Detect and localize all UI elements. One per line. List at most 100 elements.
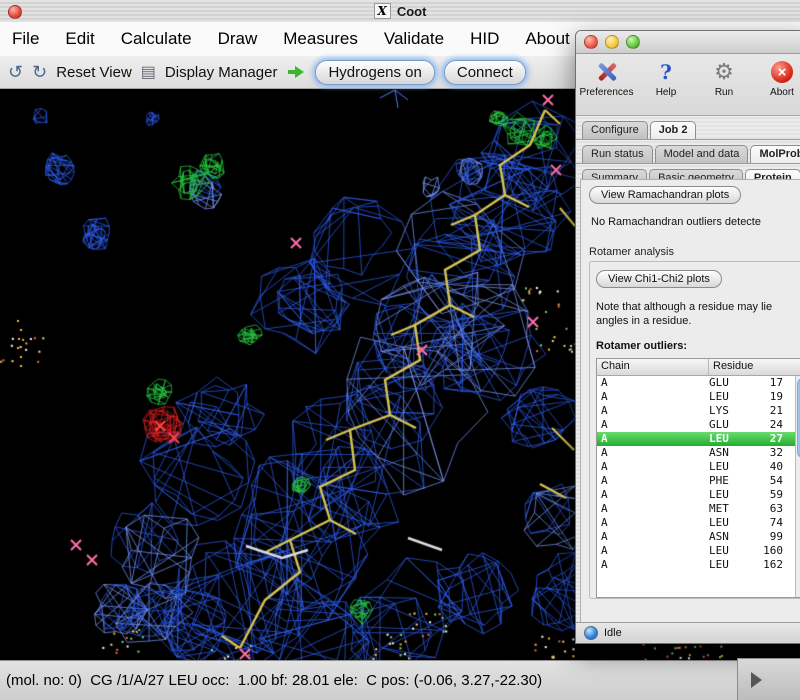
cell-residue-name: LEU: [709, 558, 751, 572]
window-title: Coot: [397, 4, 427, 19]
cell-residue-name: GLU: [709, 376, 751, 390]
cell-residue-name: LEU: [709, 432, 751, 446]
cell-residue-name: LEU: [709, 516, 751, 530]
cell-chain: A: [597, 516, 709, 530]
table-row[interactable]: ALYS21: [597, 404, 800, 418]
column-header-chain[interactable]: Chain: [597, 359, 709, 376]
cell-residue-number: 17: [751, 376, 783, 390]
ramachandran-message: No Ramachandran outliers detecte: [591, 216, 800, 228]
rotamer-outliers-label: Rotamer outliers:: [596, 340, 800, 352]
tab-model-and-data[interactable]: Model and data: [655, 145, 749, 163]
view-chi-plots-button[interactable]: View Chi1-Chi2 plots: [596, 270, 722, 288]
cell-residue-number: 21: [751, 404, 783, 418]
window-titlebar[interactable]: X Coot: [0, 0, 800, 23]
tab-configure[interactable]: Configure: [582, 121, 648, 139]
dialog-status-bar: Idle: [576, 622, 800, 643]
tab-molprobit[interactable]: MolProbit: [750, 145, 800, 163]
menu-draw[interactable]: Draw: [218, 29, 258, 49]
toolbar-abort[interactable]: × Abort: [759, 59, 800, 98]
rotamer-note-line2: angles in a residue.: [596, 314, 800, 328]
cell-chain: A: [597, 376, 709, 390]
cell-chain: A: [597, 460, 709, 474]
cell-residue-number: 40: [751, 460, 783, 474]
toolbar-item-label: Help: [656, 87, 677, 98]
tab-job-2[interactable]: Job 2: [650, 121, 697, 139]
menu-calculate[interactable]: Calculate: [121, 29, 192, 49]
menu-about[interactable]: About: [525, 29, 569, 49]
toolbar-item-label: Run: [715, 87, 733, 98]
toolbar-item-label: Preferences: [580, 87, 634, 98]
cell-chain: A: [597, 432, 709, 446]
tab-run-status[interactable]: Run status: [582, 145, 653, 163]
undo-icon[interactable]: ↺: [8, 63, 23, 81]
cell-chain: A: [597, 446, 709, 460]
cell-residue-name: ASN: [709, 446, 751, 460]
cell-chain: A: [597, 474, 709, 488]
table-row[interactable]: AASN32: [597, 446, 800, 460]
redo-icon[interactable]: ↻: [32, 63, 47, 81]
rotamer-table-body: AGLU17ALEU19ALYS21AGLU24ALEU27AASN32ALEU…: [597, 376, 800, 572]
table-row[interactable]: ALEU74: [597, 516, 800, 530]
connect-button[interactable]: Connect: [444, 60, 526, 85]
table-row[interactable]: ALEU40: [597, 460, 800, 474]
cell-residue-number: 24: [751, 418, 783, 432]
tab-row-2: Run statusModel and dataMolProbit: [576, 140, 800, 164]
menu-validate[interactable]: Validate: [384, 29, 444, 49]
cell-chain: A: [597, 530, 709, 544]
table-scrollbar[interactable]: [795, 376, 800, 597]
view-ramachandran-button[interactable]: View Ramachandran plots: [589, 186, 741, 204]
screen: { "window": { "title": "Coot", "menu_ite…: [0, 0, 800, 699]
menu-measures[interactable]: Measures: [283, 29, 358, 49]
run-icon: ⚙: [714, 61, 734, 83]
reset-view-button[interactable]: Reset View: [56, 64, 132, 81]
display-manager-icon[interactable]: ▤: [141, 62, 156, 82]
table-row[interactable]: AGLU17: [597, 376, 800, 390]
table-header: Chain Residue: [597, 359, 800, 376]
x11-icon: X: [374, 3, 391, 19]
display-manager-button[interactable]: Display Manager: [165, 64, 278, 81]
cell-residue-number: 74: [751, 516, 783, 530]
toolbar-help[interactable]: ? Help: [643, 59, 689, 98]
menu-hid[interactable]: HID: [470, 29, 499, 49]
cell-chain: A: [597, 544, 709, 558]
cell-residue-number: 19: [751, 390, 783, 404]
green-arrow-icon[interactable]: [288, 66, 304, 78]
menu-edit[interactable]: Edit: [65, 29, 94, 49]
close-button[interactable]: [8, 5, 22, 19]
cell-residue-name: LEU: [709, 390, 751, 404]
table-row[interactable]: AGLU24: [597, 418, 800, 432]
cell-residue-name: PHE: [709, 474, 751, 488]
abort-icon: ×: [771, 61, 793, 83]
status-indicator-icon: [584, 626, 598, 640]
table-row[interactable]: AMET63: [597, 502, 800, 516]
tab-row-1: ConfigureJob 2: [576, 116, 800, 140]
table-row[interactable]: ALEU19: [597, 390, 800, 404]
table-row[interactable]: ALEU160: [597, 544, 800, 558]
play-icon[interactable]: [751, 672, 762, 688]
dialog-minimize-button[interactable]: [605, 35, 619, 49]
menu-file[interactable]: File: [12, 29, 39, 49]
hydrogens-on-button[interactable]: Hydrogens on: [315, 60, 434, 85]
toolbar-item-label: Abort: [770, 87, 794, 98]
cell-chain: A: [597, 418, 709, 432]
dialog-zoom-button[interactable]: [626, 35, 640, 49]
table-row[interactable]: ALEU162: [597, 558, 800, 572]
atom-status-text: (mol. no: 0) CG /1/A/27 LEU occ: 1.00 bf…: [6, 672, 542, 689]
dialog-close-button[interactable]: [584, 35, 598, 49]
dialog-titlebar[interactable]: [576, 31, 800, 54]
toolbar-preferences[interactable]: Preferences: [582, 59, 631, 98]
cell-residue-name: LEU: [709, 544, 751, 558]
cell-chain: A: [597, 558, 709, 572]
column-header-residue[interactable]: Residue: [709, 359, 800, 376]
dialog-status-text: Idle: [604, 627, 622, 639]
cell-residue-number: 59: [751, 488, 783, 502]
corner-panel[interactable]: [737, 658, 800, 700]
toolbar-run[interactable]: ⚙ Run: [701, 59, 747, 98]
table-row[interactable]: AASN99: [597, 530, 800, 544]
cell-residue-name: ASN: [709, 530, 751, 544]
table-row[interactable]: APHE54: [597, 474, 800, 488]
table-row[interactable]: ALEU27: [597, 432, 800, 446]
help-icon: ?: [660, 60, 672, 84]
tools-icon: [595, 60, 619, 84]
table-row[interactable]: ALEU59: [597, 488, 800, 502]
